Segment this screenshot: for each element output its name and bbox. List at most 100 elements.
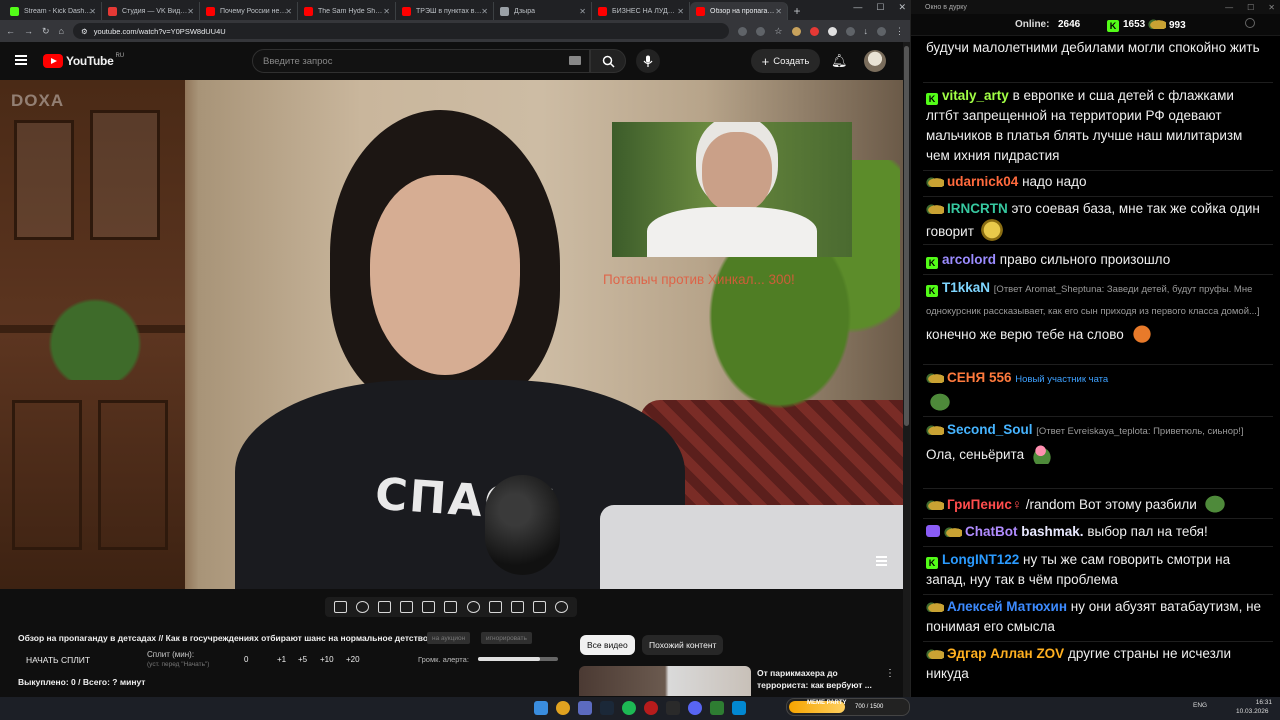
tab-youtube-7[interactable]: БИЗНЕС НА ЛУДОМАНИИ✕ bbox=[592, 2, 690, 20]
alert-volume-slider[interactable] bbox=[478, 657, 558, 661]
scrollbar-thumb[interactable] bbox=[904, 46, 909, 426]
extension-icon[interactable] bbox=[827, 26, 837, 36]
loop-icon[interactable] bbox=[333, 601, 347, 613]
chat-username[interactable]: Second_Soul bbox=[947, 422, 1033, 437]
chrome-icon[interactable] bbox=[556, 701, 570, 715]
start-windows-icon[interactable] bbox=[534, 701, 548, 715]
tab-close-icon[interactable]: ✕ bbox=[285, 7, 292, 16]
bookmark-star-icon[interactable]: ☆ bbox=[774, 26, 782, 37]
minimize-button[interactable]: — bbox=[853, 2, 862, 13]
chat-username[interactable]: Эдгар Аллан ZOV bbox=[947, 646, 1064, 661]
camera-icon[interactable] bbox=[510, 601, 524, 613]
add-1-button[interactable]: +1 bbox=[277, 655, 286, 664]
filmstrip-icon[interactable] bbox=[444, 601, 458, 613]
youtube-logo[interactable]: YouTube RU bbox=[43, 53, 124, 68]
record-screen-icon[interactable] bbox=[377, 601, 391, 613]
search-button[interactable] bbox=[590, 49, 626, 73]
back-arrow-icon[interactable]: ← bbox=[6, 26, 15, 36]
search-input[interactable]: Введите запрос bbox=[252, 49, 590, 73]
maximize-button[interactable]: ☐ bbox=[876, 2, 884, 13]
tab-dzyra[interactable]: Дзыра ✕ bbox=[494, 2, 592, 20]
film-icon[interactable] bbox=[400, 601, 414, 613]
app-icon[interactable] bbox=[710, 701, 724, 715]
keyboard-icon[interactable] bbox=[569, 56, 581, 65]
avatar[interactable] bbox=[864, 50, 886, 72]
settings-icon[interactable] bbox=[1245, 18, 1255, 28]
voice-search-button[interactable] bbox=[636, 49, 660, 73]
extension-icon[interactable] bbox=[791, 26, 801, 36]
tab-close-icon[interactable]: ✕ bbox=[187, 7, 194, 16]
omnibox[interactable]: ⚙ youtube.com/watch?v=Y0PSW8dUU4U bbox=[72, 23, 730, 39]
reload-icon[interactable]: ↻ bbox=[42, 26, 50, 37]
tab-vk-studio[interactable]: Студия — VK Видео Live✕ bbox=[102, 2, 200, 20]
obs-icon[interactable] bbox=[666, 701, 680, 715]
speed-gauge-icon[interactable] bbox=[466, 601, 480, 613]
page-scrollbar[interactable] bbox=[903, 42, 910, 697]
profile-icon[interactable] bbox=[877, 26, 886, 36]
new-tab-button[interactable]: + bbox=[788, 2, 806, 20]
chat-username[interactable]: IRNCRTN bbox=[947, 201, 1008, 216]
tab-youtube-4[interactable]: The Sam Hyde Show D ✕ bbox=[298, 2, 396, 20]
add-5-button[interactable]: +5 bbox=[298, 655, 307, 664]
clock-date[interactable]: 10.03.2026 bbox=[1236, 708, 1269, 715]
chat-username[interactable]: СЕНЯ 556 bbox=[947, 370, 1011, 385]
recommendation-menu-icon[interactable]: ⋮ bbox=[885, 668, 895, 679]
language-indicator[interactable]: ENG bbox=[1193, 702, 1207, 709]
tab-close-icon[interactable]: ✕ bbox=[579, 7, 586, 16]
tab-youtube-5[interactable]: ТРЭШ в пунктах выдачи✕ bbox=[396, 2, 494, 20]
tab-close-icon[interactable]: ✕ bbox=[89, 7, 96, 16]
clock-time[interactable]: 16:31 bbox=[1250, 699, 1272, 706]
discord-icon[interactable] bbox=[688, 701, 702, 715]
chat-username[interactable]: udarnick04 bbox=[947, 174, 1018, 189]
extensions-puzzle-icon[interactable] bbox=[845, 26, 855, 36]
app-icon[interactable] bbox=[644, 701, 658, 715]
tab-active-video[interactable]: Обзор на пропаганду в ✕ bbox=[690, 2, 788, 20]
add-20-button[interactable]: +20 bbox=[346, 655, 360, 664]
start-split-button[interactable]: НАЧАТЬ СПЛИТ bbox=[26, 655, 90, 665]
app-icon[interactable] bbox=[578, 701, 592, 715]
split-minutes-value[interactable]: 0 bbox=[244, 655, 248, 664]
minimize-button[interactable]: — bbox=[1225, 3, 1233, 12]
chat-username[interactable]: vitaly_arty bbox=[942, 88, 1009, 103]
tab-close-icon[interactable]: ✕ bbox=[677, 7, 684, 16]
mentioned-user[interactable]: bashmak. bbox=[1021, 524, 1083, 539]
add-10-button[interactable]: +10 bbox=[320, 655, 334, 664]
close-window-button[interactable]: ✕ bbox=[1268, 3, 1275, 12]
telegram-icon[interactable] bbox=[732, 701, 746, 715]
site-info-icon[interactable]: ⚙ bbox=[81, 27, 88, 36]
spotify-icon[interactable] bbox=[622, 701, 636, 715]
menu-kebab-icon[interactable]: ⋮ bbox=[895, 26, 904, 37]
steam-icon[interactable] bbox=[600, 701, 614, 715]
notifications-bell-icon[interactable]: 🔔︎ bbox=[831, 53, 848, 69]
tab-close-icon[interactable]: ✕ bbox=[481, 7, 488, 16]
tab-close-icon[interactable]: ✕ bbox=[775, 7, 782, 16]
flask-icon[interactable] bbox=[533, 601, 547, 613]
cast-icon[interactable] bbox=[756, 26, 766, 36]
downloads-icon[interactable]: ↓ bbox=[864, 26, 869, 36]
recommendation-thumbnail[interactable] bbox=[579, 666, 751, 696]
chip-all-videos[interactable]: Все видео bbox=[580, 635, 635, 655]
clip-add-icon[interactable] bbox=[488, 601, 502, 613]
auction-tag-button[interactable]: на аукцион bbox=[427, 632, 471, 644]
extension-icon[interactable] bbox=[809, 26, 819, 36]
video-player[interactable]: СПАСИ DOXA Потапыч против Хинкал... 300! bbox=[0, 80, 903, 589]
create-button[interactable]: + Создать bbox=[751, 49, 820, 73]
audio-waves-icon[interactable] bbox=[355, 601, 369, 613]
ignore-tag-button[interactable]: игнорировать bbox=[481, 632, 532, 644]
chat-username[interactable]: ChatBot bbox=[965, 524, 1018, 539]
close-window-button[interactable]: ✕ bbox=[898, 2, 906, 13]
tab-youtube-3[interactable]: Почему России не дают✕ bbox=[200, 2, 298, 20]
maximize-button[interactable]: ☐ bbox=[1247, 3, 1254, 12]
chat-username[interactable]: LongINT122 bbox=[942, 552, 1019, 567]
picture-in-picture-icon[interactable] bbox=[422, 601, 436, 613]
video-menu-icon[interactable] bbox=[876, 556, 887, 566]
chat-username[interactable]: ГриПенис♀ bbox=[947, 497, 1022, 512]
url-text[interactable]: youtube.com/watch?v=Y0PSW8dUU4U bbox=[94, 27, 226, 36]
forward-arrow-icon[interactable]: → bbox=[24, 26, 33, 36]
home-icon[interactable]: ⌂ bbox=[59, 26, 64, 36]
zoom-icon[interactable] bbox=[738, 26, 748, 36]
tab-close-icon[interactable]: ✕ bbox=[383, 7, 390, 16]
chat-username[interactable]: Алексей Матюхин bbox=[947, 599, 1067, 614]
chat-username[interactable]: arcolord bbox=[942, 252, 996, 267]
chat-username[interactable]: T1kkaN bbox=[942, 280, 990, 295]
